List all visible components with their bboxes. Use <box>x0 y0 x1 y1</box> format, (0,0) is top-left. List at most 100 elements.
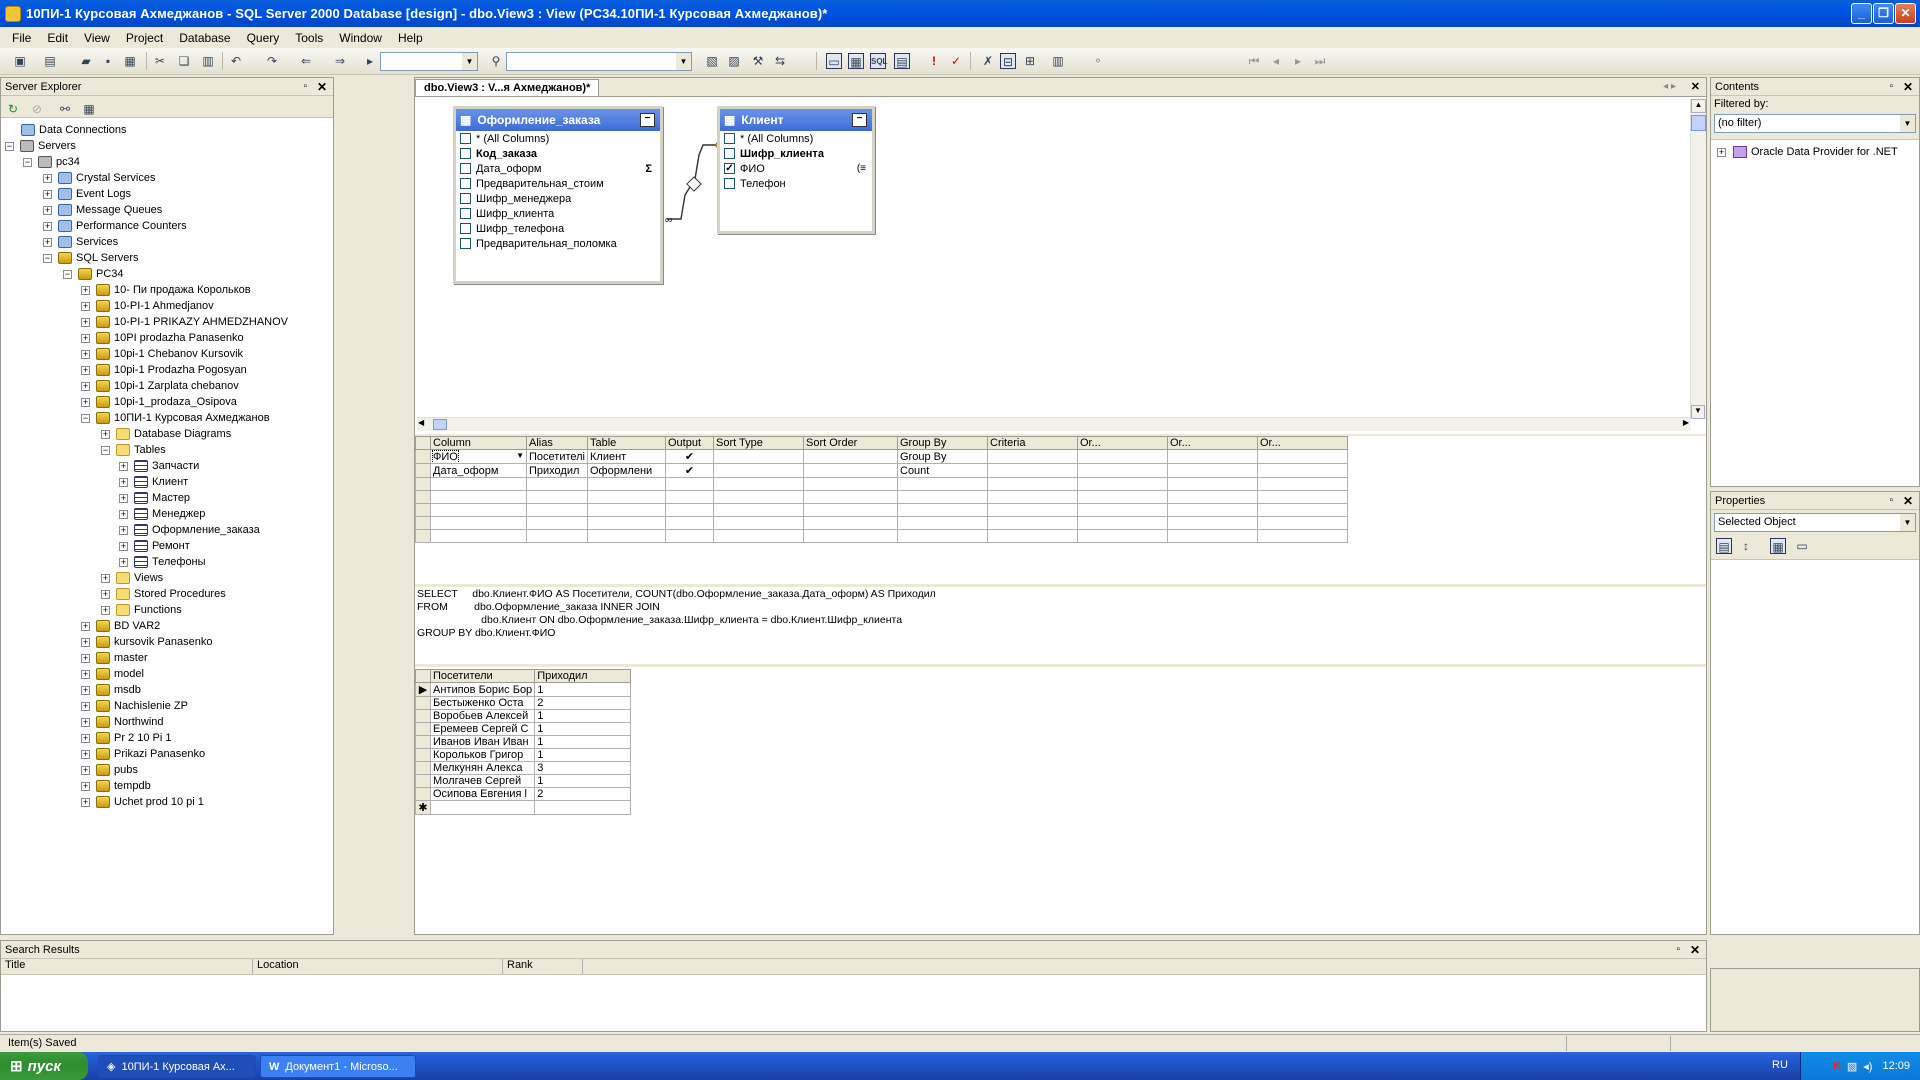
column-item[interactable]: * (All Columns) <box>720 131 872 146</box>
sql-line[interactable]: FROM dbo.Оформление_заказа INNER JOIN <box>417 601 660 613</box>
menu-database[interactable]: Database <box>171 31 238 45</box>
column-item[interactable]: * (All Columns) <box>456 131 660 146</box>
table-row[interactable]: Еремеев Сергей С1 <box>415 722 632 736</box>
grid-cell[interactable] <box>987 463 1078 478</box>
grid-cell[interactable]: Count <box>897 463 988 478</box>
close-pane-icon[interactable]: ✕ <box>1903 80 1913 94</box>
tree-node[interactable]: − SQL Servers <box>43 250 139 266</box>
table-row[interactable]: Иванов Иван Иван 1 <box>415 735 632 749</box>
table-title-bar[interactable]: ▦ Клиент − <box>720 109 872 131</box>
connect-server-icon[interactable]: ▦ <box>81 101 97 117</box>
tree-node[interactable]: + Event Logs <box>43 186 131 202</box>
minimize-table-button[interactable]: − <box>852 113 867 127</box>
navigate-back-icon[interactable]: ⇐ <box>298 53 314 69</box>
menu-window[interactable]: Window <box>331 31 390 45</box>
redo-icon[interactable]: ↷ <box>264 53 280 69</box>
tree-node[interactable]: +10-PI-1 Ahmedjanov <box>81 298 214 314</box>
column-item[interactable]: Шифр_телефона <box>456 221 660 236</box>
minimize-button[interactable]: _ <box>1851 3 1872 24</box>
grid-cell[interactable]: Клиент <box>587 449 666 464</box>
table-row[interactable]: Дата_оформ Приходил Оформлени ✔ Count <box>415 463 1348 478</box>
contents-tree-item[interactable]: + Oracle Data Provider for .NET <box>1711 144 1919 164</box>
tree-node[interactable]: + Nachislenie ZP <box>81 698 188 714</box>
column-item[interactable]: Предварительная_поломка <box>456 236 660 251</box>
tree-node[interactable]: + Мастер <box>119 490 190 506</box>
table-row[interactable]: Молгачев Сергей 1 <box>415 774 632 788</box>
tree-node[interactable]: +10pi-1 Chebanov Kursovik <box>81 346 243 362</box>
table-row[interactable]: Осипова Евгения l2 <box>415 787 632 801</box>
verify-sql-icon[interactable]: ✓ <box>948 53 964 69</box>
tree-node[interactable]: + model <box>81 666 144 682</box>
pages-icon[interactable]: ▭ <box>1794 538 1810 554</box>
column-item[interactable]: Шифр_клиента <box>456 206 660 221</box>
diagram-hscrollbar[interactable]: ◀ ▶ <box>417 417 1691 431</box>
tree-node[interactable]: + Northwind <box>81 714 164 730</box>
menu-project[interactable]: Project <box>118 31 171 45</box>
close-button[interactable]: ✕ <box>1895 3 1916 24</box>
object-select[interactable]: Selected Object ▼ <box>1714 513 1916 532</box>
new-column-icon[interactable]: ▥ <box>1050 53 1066 69</box>
cut-icon[interactable]: ✂ <box>152 53 168 69</box>
table-row[interactable]: ✱ <box>415 800 632 815</box>
tree-node[interactable]: + Телефоны <box>119 554 206 570</box>
grid-cell[interactable] <box>803 449 898 464</box>
grid-cell[interactable]: Дата_оформ <box>430 463 527 478</box>
tree-node[interactable]: + Ремонт <box>119 538 190 554</box>
menu-edit[interactable]: Edit <box>39 31 76 45</box>
grid-cell[interactable] <box>1257 449 1348 464</box>
tree-node[interactable]: + Запчасти <box>119 458 199 474</box>
volume-icon[interactable]: ◂) <box>1863 1060 1872 1073</box>
tree-node[interactable]: + msdb <box>81 682 141 698</box>
nav-forward-icon[interactable]: ⇒ <box>332 53 348 69</box>
tree-node[interactable]: + tempdb <box>81 778 151 794</box>
grid-cell[interactable] <box>713 463 804 478</box>
column-item[interactable]: Шифр_клиента <box>720 146 872 161</box>
config-combo[interactable]: ▼ <box>380 52 478 71</box>
grid-pane-icon[interactable]: ▦ <box>848 53 864 69</box>
column-item[interactable]: Код_заказа <box>456 146 660 161</box>
table-row[interactable]: Мелкунян Алекса 3 <box>415 761 632 775</box>
grid-cell[interactable] <box>1167 463 1258 478</box>
sql-line[interactable]: dbo.Клиент ON dbo.Оформление_заказа.Шифр… <box>417 614 902 626</box>
tree-node[interactable]: + Performance Counters <box>43 218 187 234</box>
properties-tb-icon[interactable]: ▨ <box>726 53 742 69</box>
column-item[interactable]: Предварительная_стоим <box>456 176 660 191</box>
table-row[interactable] <box>415 529 1348 543</box>
diagram-vscrollbar[interactable]: ▲ ▼ <box>1690 99 1706 419</box>
save-all-icon[interactable]: ▦ <box>122 53 138 69</box>
taskbar-button-word[interactable]: W Документ1 - Microso... <box>260 1055 416 1078</box>
column-location[interactable]: Location <box>253 959 503 974</box>
copy-icon[interactable]: ❏ <box>176 53 192 69</box>
alphabetical-icon[interactable]: ↕ <box>1738 538 1754 554</box>
table-row[interactable]: ▶ Антипов Борис Бор 1 <box>415 682 632 697</box>
close-pane-icon[interactable]: ✕ <box>1690 943 1700 957</box>
menu-file[interactable]: File <box>4 31 39 45</box>
tree-node[interactable]: +10pi-1_prodaza_Osipova <box>81 394 237 410</box>
results-pane-icon[interactable]: ▤ <box>894 53 910 69</box>
tree-node[interactable]: + Клиент <box>119 474 188 490</box>
maximize-button[interactable]: ❐ <box>1873 3 1894 24</box>
grid-cell[interactable] <box>1167 449 1258 464</box>
tree-node[interactable]: +10- Пи продажа Корольков <box>81 282 251 298</box>
sql-pane[interactable]: SELECT dbo.Клиент.ФИО AS Посетители, COU… <box>415 584 1706 664</box>
tree-node[interactable]: + Pr 2 10 Pi 1 <box>81 730 171 746</box>
column-item[interactable]: Телефон <box>720 176 872 191</box>
menu-view[interactable]: View <box>76 31 118 45</box>
close-document-icon[interactable]: ✕ <box>1691 80 1700 93</box>
pin-icon[interactable]: ▫ <box>1889 81 1893 92</box>
tree-node[interactable]: + Views <box>101 570 163 586</box>
tree-node[interactable]: − PC34 <box>63 266 124 282</box>
column-title[interactable]: Title <box>1 959 253 974</box>
tree-node[interactable]: + master <box>81 650 148 666</box>
properties-icon[interactable]: ▦ <box>1770 538 1786 554</box>
tree-node[interactable]: + Prikazi Panasenko <box>81 746 205 762</box>
save-icon[interactable]: ▪ <box>100 53 116 69</box>
tab-view3[interactable]: dbo.View3 : V...я Ахмеджанов)* <box>415 79 600 96</box>
tree-node[interactable]: + Message Queues <box>43 202 162 218</box>
tree-node[interactable]: + Functions <box>101 602 182 618</box>
output-checkbox[interactable]: ✔ <box>665 449 714 464</box>
grid-cell[interactable] <box>713 449 804 464</box>
tree-node[interactable]: + pubs <box>81 762 138 778</box>
pin-icon[interactable]: ▫ <box>1889 495 1893 506</box>
tree-node[interactable]: + kursovik Panasenko <box>81 634 212 650</box>
